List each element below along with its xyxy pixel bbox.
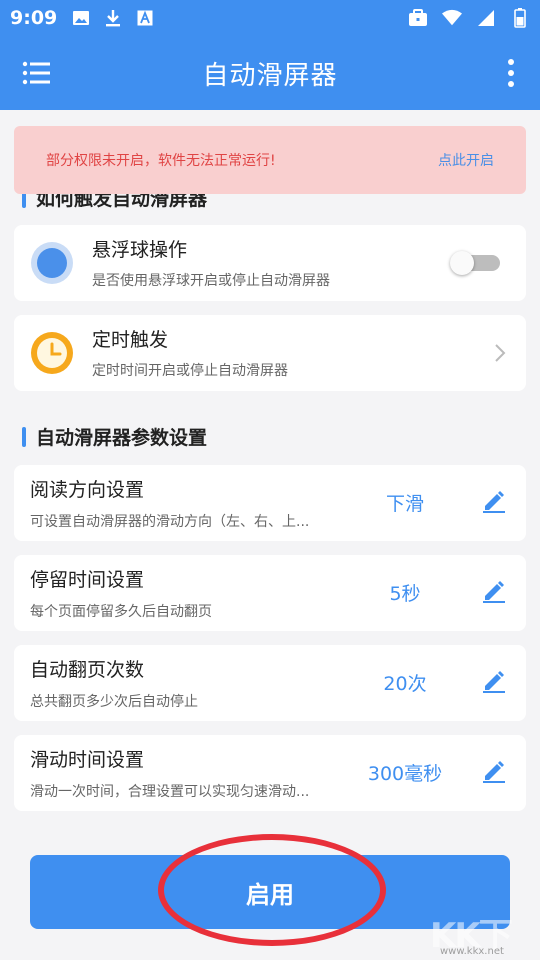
download-icon (103, 8, 123, 28)
card-title: 阅读方向设置 (30, 479, 145, 501)
more-vert-icon[interactable] (506, 58, 516, 88)
setting-value: 下滑 (385, 493, 424, 515)
setting-value: 20次 (383, 673, 427, 695)
app-bar: 自动滑屏器 (0, 36, 540, 110)
watermark: KK下载 www.kkx.net (430, 908, 526, 958)
setting-value: 5秒 (389, 583, 421, 605)
card-subtitle: 滑动一次时间，合理设置可以实现匀速滑动... (30, 784, 310, 800)
swipe-duration-card[interactable]: 滑动时间设置 滑动一次时间，合理设置可以实现匀速滑动... 300毫秒 (14, 735, 526, 811)
card-title: 滑动时间设置 (30, 749, 145, 771)
section-title-params: 自动滑屏器参数设置 (22, 423, 207, 450)
page-title: 自动滑屏器 (202, 60, 338, 91)
card-title: 悬浮球操作 (92, 239, 188, 261)
page-turn-count-card[interactable]: 自动翻页次数 总共翻页多少次后自动停止 20次 (14, 645, 526, 721)
card-subtitle: 定时时间开启或停止自动滑屏器 (92, 363, 288, 379)
status-time: 9:09 (10, 7, 58, 29)
card-title: 停留时间设置 (30, 569, 145, 591)
font-icon (135, 8, 155, 28)
card-subtitle: 每个页面停留多久后自动翻页 (30, 604, 212, 620)
battery-icon (510, 8, 530, 28)
floating-ball-icon (30, 241, 74, 285)
card-subtitle: 总共翻页多少次后自动停止 (30, 694, 198, 710)
edit-pencil-icon[interactable] (482, 759, 506, 783)
section-title-text: 自动滑屏器参数设置 (36, 427, 208, 449)
chevron-right-icon (494, 343, 506, 363)
floating-ball-toggle[interactable] (450, 251, 500, 275)
stay-time-card[interactable]: 停留时间设置 每个页面停留多久后自动翻页 5秒 (14, 555, 526, 631)
clock-icon (30, 331, 74, 375)
image-icon (71, 8, 91, 28)
status-bar: 9:09 (0, 0, 540, 36)
watermark-url: www.kkx.net (440, 946, 504, 957)
edit-pencil-icon[interactable] (482, 489, 506, 513)
wifi-icon (442, 8, 462, 28)
enable-permission-link[interactable]: 点此开启 (438, 150, 494, 170)
card-title: 定时触发 (92, 329, 169, 351)
warning-message: 部分权限未开启，软件无法正常运行! (46, 153, 276, 169)
card-subtitle: 可设置自动滑屏器的滑动方向（左、右、上... (30, 514, 310, 530)
card-title: 自动翻页次数 (30, 659, 145, 681)
edit-pencil-icon[interactable] (482, 669, 506, 693)
timer-trigger-card[interactable]: 定时触发 定时时间开启或停止自动滑屏器 (14, 315, 526, 391)
main-content: 如何触发自动滑屏器 部分权限未开启，软件无法正常运行! 点此开启 悬浮球操作 是… (0, 110, 540, 960)
toggle-thumb (450, 251, 474, 275)
setting-value: 300毫秒 (367, 763, 443, 785)
menu-icon[interactable] (22, 60, 52, 86)
floating-ball-card[interactable]: 悬浮球操作 是否使用悬浮球开启或停止自动滑屏器 (14, 225, 526, 301)
section-accent-bar (22, 426, 26, 447)
permission-warning-banner[interactable]: 部分权限未开启，软件无法正常运行! 点此开启 (14, 126, 526, 194)
signal-icon (476, 8, 496, 28)
card-subtitle: 是否使用悬浮球开启或停止自动滑屏器 (92, 273, 330, 289)
edit-pencil-icon[interactable] (482, 579, 506, 603)
reading-direction-card[interactable]: 阅读方向设置 可设置自动滑屏器的滑动方向（左、右、上... 下滑 (14, 465, 526, 541)
enable-button-label: 启用 (246, 880, 294, 909)
briefcase-icon (408, 8, 428, 28)
